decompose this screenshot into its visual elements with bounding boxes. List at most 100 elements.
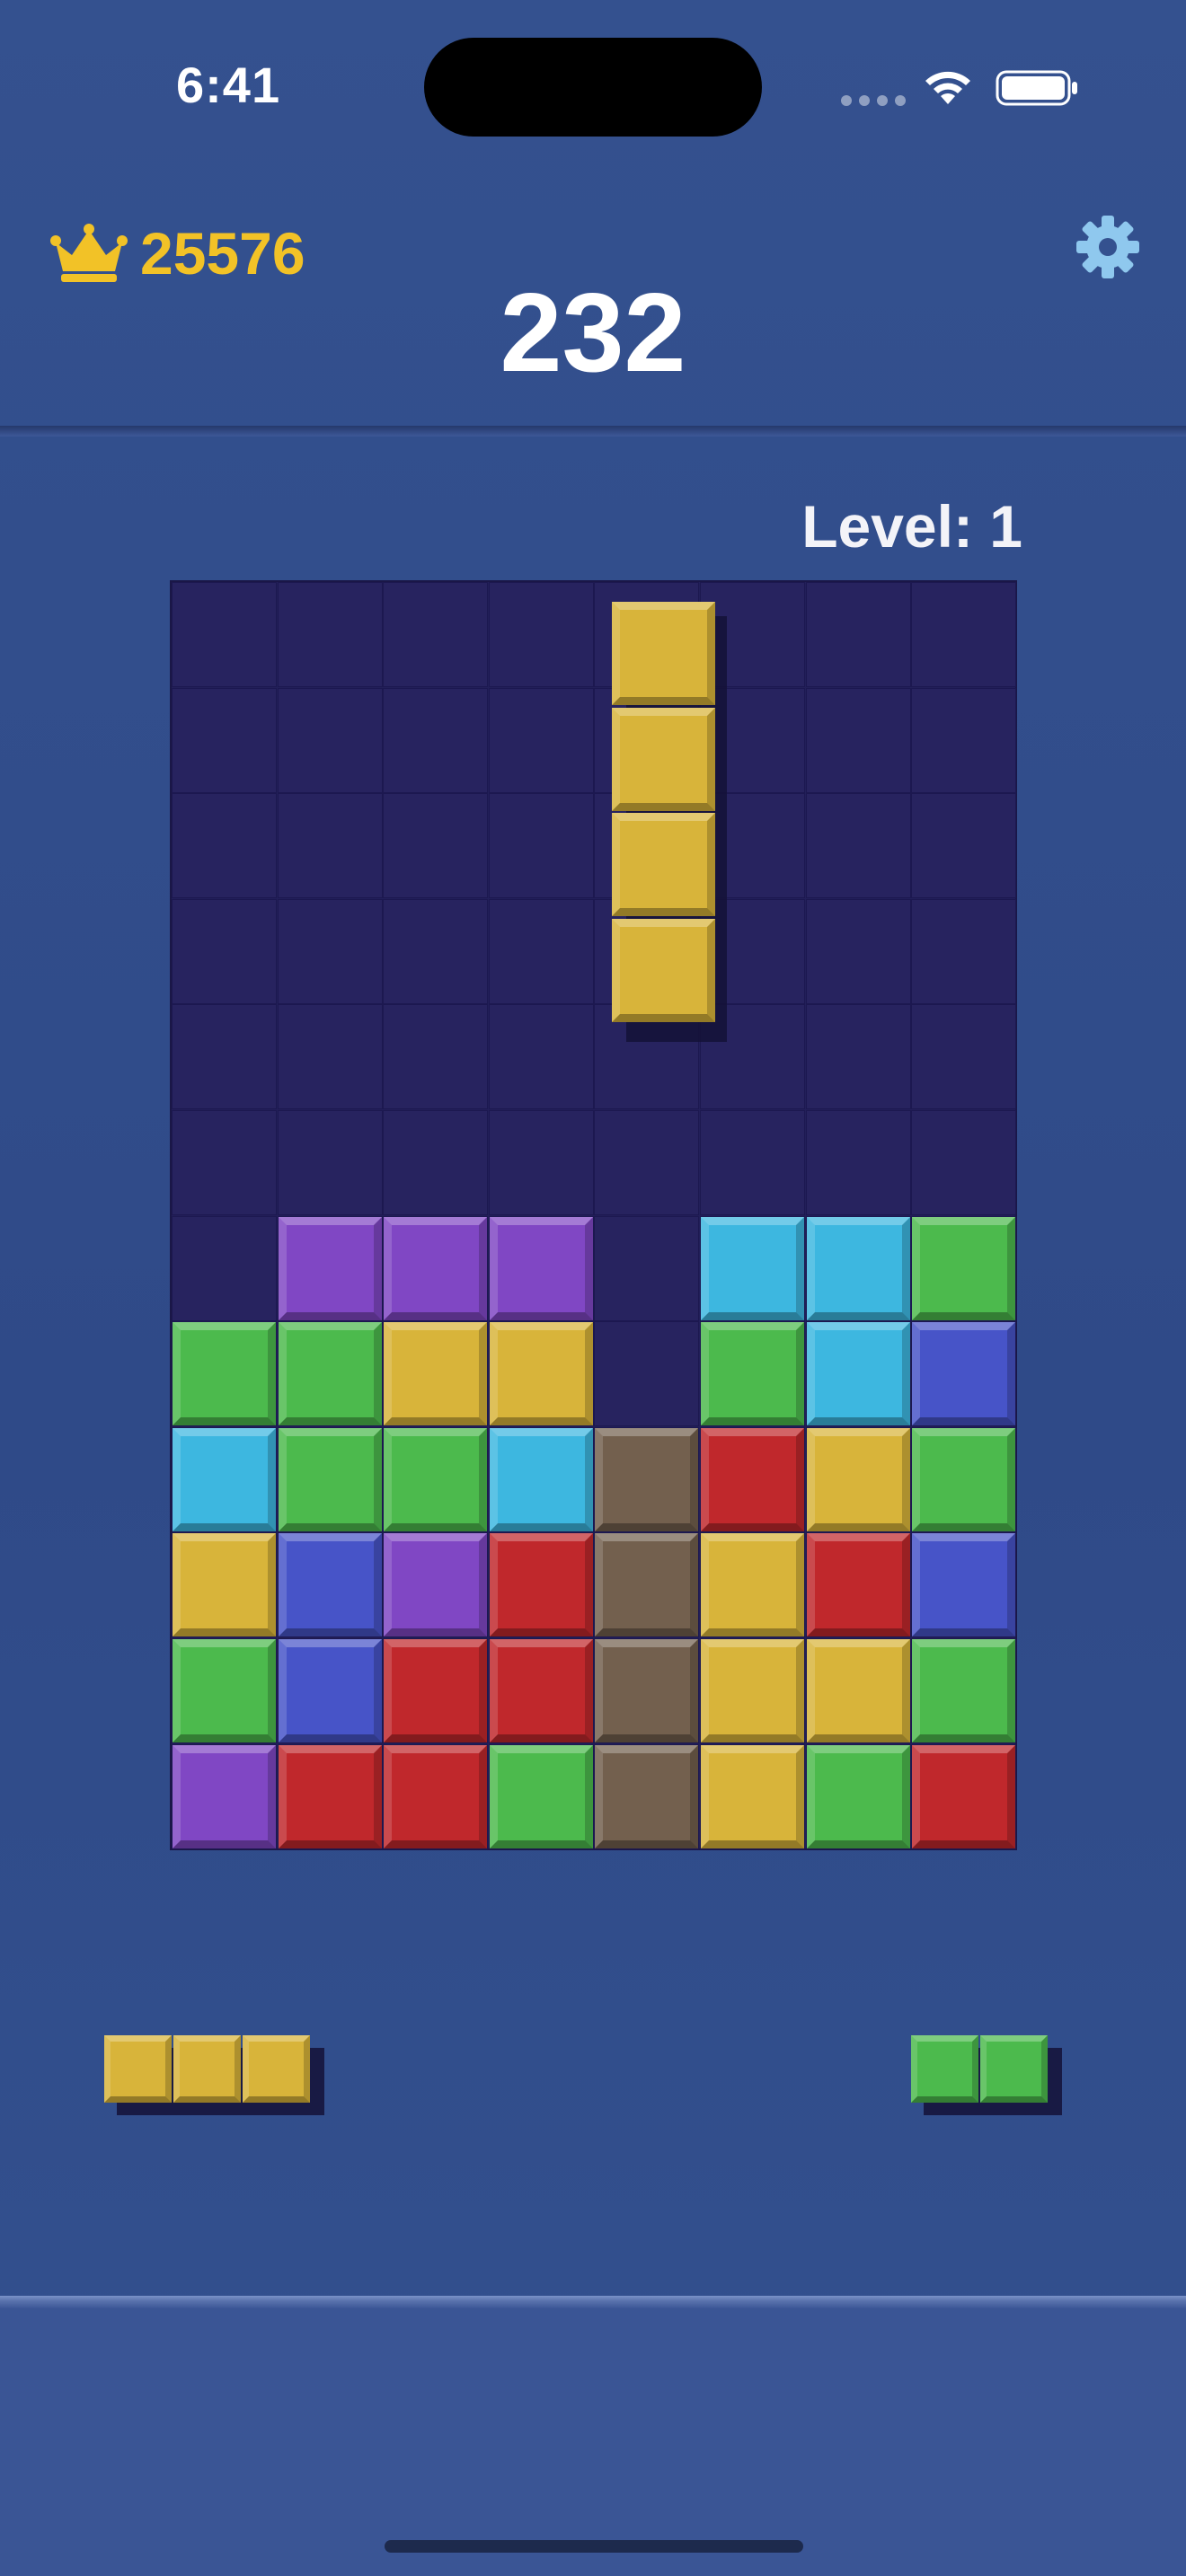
block-cyan: [806, 1216, 910, 1320]
block-blue: [912, 1322, 1016, 1426]
current-score: 232: [500, 271, 686, 395]
board-cell: [172, 1004, 277, 1110]
score-header: 25576 232: [0, 171, 1186, 431]
block-cyan: [701, 1216, 804, 1320]
block-yellow: [384, 1322, 488, 1426]
board-cell: [383, 1110, 489, 1215]
block-brown: [595, 1533, 699, 1637]
board-cell: [488, 898, 594, 1004]
block-green: [173, 1322, 276, 1426]
block-yellow: [701, 1533, 804, 1637]
dynamic-island: [424, 38, 762, 137]
board-cell: [805, 1110, 911, 1215]
board-cell: [488, 582, 594, 687]
block-yellow: [701, 1744, 804, 1848]
game-board[interactable]: [170, 580, 1017, 1850]
level-label: Level: 1: [801, 493, 1022, 560]
block-yellow: [806, 1639, 910, 1742]
block-green: [912, 1216, 1016, 1320]
battery-icon: [996, 70, 1077, 106]
block-blue: [278, 1533, 382, 1637]
block-blue: [912, 1533, 1016, 1637]
block-green: [912, 1427, 1016, 1531]
block-green: [489, 1744, 593, 1848]
block-yellow: [612, 602, 716, 705]
block-green: [980, 2035, 1048, 2103]
block-purple: [173, 1744, 276, 1848]
board-cell: [594, 1110, 700, 1215]
board-cell: [277, 898, 383, 1004]
board-cell: [172, 898, 277, 1004]
board-cell: [911, 793, 1017, 899]
status-bar: 6:41: [0, 0, 1186, 171]
block-yellow: [489, 1322, 593, 1426]
block-green: [806, 1744, 910, 1848]
board-cell: [911, 898, 1017, 1004]
board-cell: [911, 582, 1017, 687]
block-cyan: [173, 1427, 276, 1531]
board-cell: [700, 1110, 805, 1215]
board-cell: [172, 582, 277, 687]
block-red: [384, 1744, 488, 1848]
header-divider: [0, 426, 1186, 437]
board-cell: [911, 1110, 1017, 1215]
block-red: [701, 1427, 804, 1531]
block-yellow: [612, 918, 716, 1022]
block-red: [489, 1639, 593, 1742]
board-cell: [911, 1004, 1017, 1110]
board-cell: [172, 687, 277, 793]
block-yellow: [701, 1639, 804, 1742]
block-brown: [595, 1427, 699, 1531]
board-cell: [277, 1110, 383, 1215]
block-cyan: [806, 1322, 910, 1426]
board-cell: [805, 898, 911, 1004]
block-yellow: [243, 2035, 310, 2103]
board-cell: [805, 582, 911, 687]
board-cell: [488, 1004, 594, 1110]
block-green: [701, 1322, 804, 1426]
block-cyan: [489, 1427, 593, 1531]
wifi-icon: [925, 71, 970, 104]
block-purple: [384, 1216, 488, 1320]
block-green: [173, 1639, 276, 1742]
block-red: [384, 1639, 488, 1742]
block-yellow: [612, 707, 716, 811]
bottom-divider: [0, 2296, 1186, 2308]
block-brown: [595, 1744, 699, 1848]
block-brown: [595, 1639, 699, 1742]
block-purple: [384, 1533, 488, 1637]
board-cell: [383, 793, 489, 899]
board-cell: [277, 793, 383, 899]
board-cell: [383, 582, 489, 687]
board-cell: [805, 687, 911, 793]
board-cell: [488, 793, 594, 899]
block-purple: [489, 1216, 593, 1320]
board-cell: [172, 1110, 277, 1215]
block-red: [806, 1533, 910, 1637]
block-red: [489, 1533, 593, 1637]
board-cell: [383, 687, 489, 793]
board-cell: [383, 898, 489, 1004]
board-cell: [172, 1215, 277, 1321]
board-cell: [277, 582, 383, 687]
board-cell: [594, 1321, 700, 1427]
block-yellow: [806, 1427, 910, 1531]
block-green: [912, 1639, 1016, 1742]
board-cell: [488, 1110, 594, 1215]
board-cell: [805, 1004, 911, 1110]
status-time: 6:41: [176, 57, 281, 113]
block-purple: [278, 1216, 382, 1320]
board-cell: [172, 793, 277, 899]
block-red: [278, 1744, 382, 1848]
block-yellow: [104, 2035, 172, 2103]
board-cell: [805, 793, 911, 899]
bottom-area: [0, 2308, 1186, 2576]
block-yellow: [173, 2035, 241, 2103]
board-cell: [383, 1004, 489, 1110]
board-cell: [277, 687, 383, 793]
block-yellow: [173, 1533, 276, 1637]
home-indicator[interactable]: [385, 2540, 803, 2553]
block-yellow: [612, 813, 716, 916]
cellular-signal-icon: [841, 95, 906, 106]
block-red: [912, 1744, 1016, 1848]
